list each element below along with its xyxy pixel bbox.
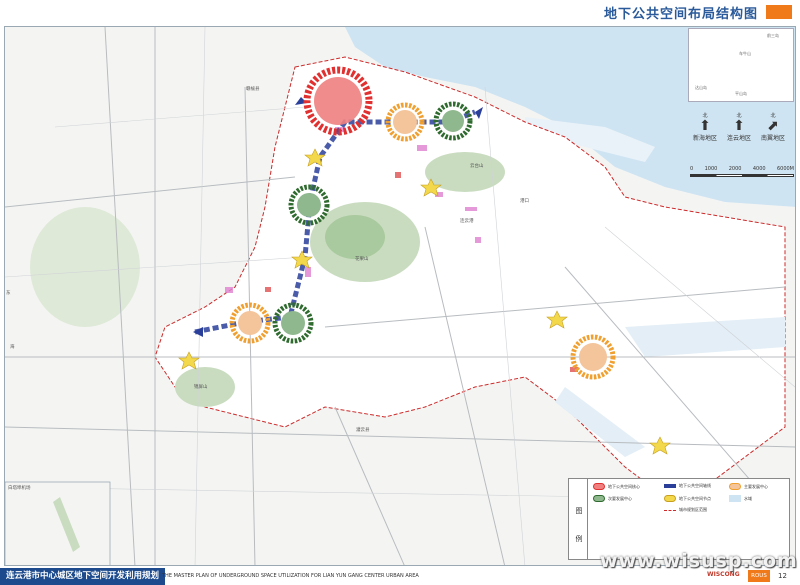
place-label: 东: [6, 291, 11, 296]
axis-swatch: [664, 484, 676, 488]
compass-label: 新海地区: [692, 135, 717, 142]
legend-item-node: 地下公共空间节点: [664, 495, 711, 502]
footer-logo: WISCONG: [707, 571, 740, 578]
water-swatch: [729, 495, 741, 502]
title-accent: [766, 5, 792, 19]
place-label: 花果山: [355, 257, 369, 262]
legend-item-axis: 地下公共空间轴线: [664, 483, 711, 489]
map-title: 地下公共空间布局结构图: [603, 6, 758, 22]
footer-badge: ROUS: [748, 570, 770, 582]
title-bar: 地下公共空间布局结构图: [0, 0, 800, 24]
footer-title-en: THE MASTER PLAN OF UNDERGROUND SPACE UTI…: [162, 573, 419, 579]
inset-map: 前三岛 车牛山 达山岛 平山岛: [688, 28, 794, 102]
main-swatch: [729, 483, 741, 490]
north-arrow-icon: ⬈: [767, 118, 779, 134]
footer-title-cn: 连云港市中心城区地下空间开发利用规划: [0, 568, 166, 585]
place-label: 赣榆县: [246, 87, 260, 92]
inset-label: 前三岛: [767, 33, 779, 38]
boundary-swatch: [664, 509, 676, 511]
legend-item-sub: 次要发展中心: [593, 495, 632, 502]
compass-label: 连云地区: [726, 135, 751, 142]
place-label: 连云港: [460, 219, 474, 224]
place-label: 灌云县: [356, 428, 370, 433]
legend-item-main: 主要发展中心: [729, 483, 768, 490]
inset-label: 车牛山: [739, 51, 751, 56]
north-arrow-icon: ⬆: [699, 118, 711, 134]
place-label: 云台山: [470, 164, 484, 169]
legend-title: 图例: [575, 507, 583, 543]
legend: 图例 地下公共空间核心 地下公共空间轴线 主要发展中心 次要发展中心 地下公共空…: [568, 478, 790, 560]
north-arrow-icon: ⬆: [733, 118, 745, 134]
inset-label: 平山岛: [735, 91, 747, 96]
compass-label: 南翼地区: [760, 135, 785, 142]
compass-2: 北 ⬆ 连云地区: [724, 112, 754, 142]
scale-bar: 0 1000 2000 4000 6000M: [690, 166, 794, 177]
footer: 连云港市中心城区地下空间开发利用规划 THE MASTER PLAN OF UN…: [0, 568, 800, 585]
scale-ticks: 0 1000 2000 4000 6000M: [690, 166, 794, 172]
core-swatch: [593, 483, 605, 490]
inset-label: 达山岛: [695, 85, 707, 90]
place-label: 港口: [520, 199, 529, 204]
place-label: 锦屏山: [194, 385, 208, 390]
place-label: 白塔埠机场: [8, 486, 31, 491]
compass-1: 北 ⬆ 新海地区: [690, 112, 720, 142]
sub-swatch: [593, 495, 605, 502]
place-label: 海: [10, 345, 15, 350]
node-swatch: [664, 495, 676, 502]
compass-3: 北 ⬈ 南翼地区: [758, 112, 788, 142]
page-number: 12: [778, 572, 787, 580]
legend-item-core: 地下公共空间核心: [593, 483, 640, 490]
legend-item-boundary: 城市规划区范围: [664, 507, 707, 513]
legend-item-water: 水域: [729, 495, 752, 502]
